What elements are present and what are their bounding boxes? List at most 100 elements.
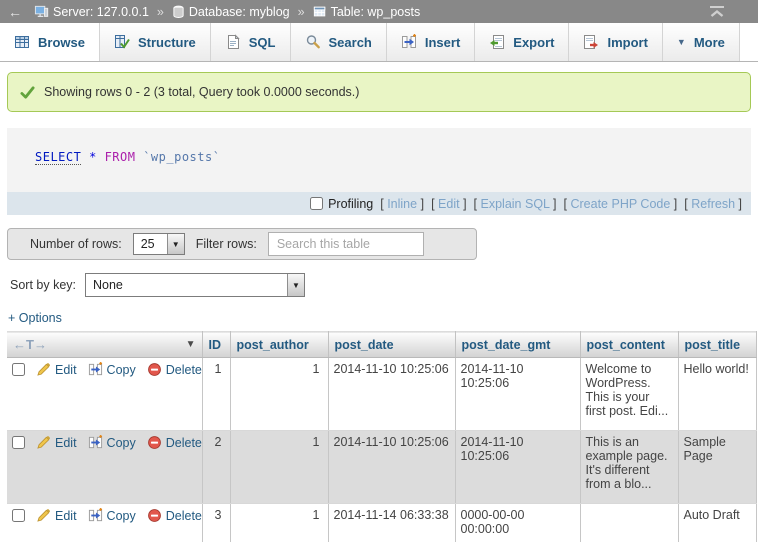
breadcrumb-database-label: Database: myblog [189,5,290,19]
tab-browse[interactable]: Browse [0,23,100,61]
table-header-row: ←T→ ▼ ID post_author post_date post_date… [7,332,756,358]
num-rows-select[interactable]: 25 ▼ [133,233,185,255]
filter-rows-label: Filter rows: [196,237,257,251]
sort-by-key-select[interactable]: None ▼ [85,273,305,297]
delete-icon [147,435,162,450]
header-post-content[interactable]: post_content [580,332,678,358]
bracket: ] [553,197,556,211]
delete-link[interactable]: Delete [166,509,202,523]
cell-post-date: 2014-11-14 06:33:38 [328,504,455,542]
query-link-group: [ Edit ] [431,197,466,211]
breadcrumb-bar: ← Server: 127.0.0.1 » Database: myblog »… [0,0,758,23]
cell-post-title: Sample Page [678,431,756,504]
copy-link[interactable]: Copy [107,436,136,450]
refresh-link[interactable]: Refresh [691,197,735,211]
edit-link[interactable]: Edit [438,197,460,211]
delete-icon [147,362,162,377]
row-checkbox[interactable] [12,509,25,522]
export-icon [489,34,505,50]
breadcrumb-database[interactable]: Database: myblog [172,5,290,19]
num-rows-value: 25 [134,237,167,251]
breadcrumb-table[interactable]: Table: wp_posts [313,5,421,19]
tab-insert[interactable]: Insert [387,23,475,61]
cell-post-content: This is an example page. It's different … [580,431,678,504]
edit-link[interactable]: Edit [55,509,77,523]
cell-post-date-gmt: 0000-00-00 00:00:00 [455,504,580,542]
header-post-date[interactable]: post_date [328,332,455,358]
bracket: [ [474,197,477,211]
sql-query-box: SELECT * FROM `wp_posts` Profiling [ Inl… [7,128,751,215]
tab-label: Import [607,35,647,50]
check-all-icon[interactable]: ←T→ [13,337,47,352]
edit-pencil-icon [36,508,51,523]
tab-more[interactable]: ▼ More [663,23,740,61]
cell-post-content [580,504,678,542]
row-checkbox[interactable] [12,436,25,449]
header-actions-cell: ←T→ ▼ [7,332,202,358]
cell-post-content: Welcome to WordPress. This is your first… [580,358,678,431]
cell-post-title: Auto Draft [678,504,756,542]
breadcrumb: Server: 127.0.0.1 » Database: myblog » T… [34,4,420,19]
structure-icon [114,34,130,50]
chevron-down-icon: ▼ [167,234,184,254]
sql-keyword-select[interactable]: SELECT [35,150,81,165]
cell-post-author: 1 [230,504,328,542]
header-post-author[interactable]: post_author [230,332,328,358]
header-post-date-gmt[interactable]: post_date_gmt [455,332,580,358]
header-id[interactable]: ID [202,332,230,358]
table-row: Edit Copy Delete 1 1 2014-11-10 10:25:06… [7,358,756,431]
back-arrow-icon[interactable]: ← [8,4,34,20]
create-php-code-link[interactable]: Create PHP Code [570,197,670,211]
sql-table-name: `wp_posts` [143,150,220,164]
inline-link[interactable]: Inline [387,197,417,211]
edit-link[interactable]: Edit [55,363,77,377]
bracket: [ [564,197,567,211]
sort-control-row: Sort by key: None ▼ [10,273,758,297]
tab-export[interactable]: Export [475,23,569,61]
search-icon [305,34,321,50]
sql-query: SELECT * FROM `wp_posts` [7,128,751,192]
tab-search[interactable]: Search [291,23,387,61]
status-message-text: Showing rows 0 - 2 (3 total, Query took … [44,85,359,99]
explain-sql-link[interactable]: Explain SQL [481,197,550,211]
row-actions-cell: Edit Copy Delete [7,358,202,431]
sql-star: * [89,150,97,164]
bracket: [ [684,197,687,211]
delete-link[interactable]: Delete [166,436,202,450]
cell-post-title: Hello world! [678,358,756,431]
success-check-icon [20,85,35,100]
header-post-title[interactable]: post_title [678,332,756,358]
cell-post-date-gmt: 2014-11-10 10:25:06 [455,358,580,431]
chevron-down-icon: ▼ [677,37,686,47]
collapse-top-icon[interactable] [708,5,726,18]
copy-link[interactable]: Copy [107,363,136,377]
server-icon [34,4,49,19]
delete-link[interactable]: Delete [166,363,202,377]
options-toggle-link[interactable]: + Options [8,311,62,325]
column-sort-icon[interactable]: ▼ [186,339,196,350]
browse-icon [14,34,30,50]
tab-sql[interactable]: SQL [211,23,291,61]
sql-icon [225,34,241,50]
cell-post-date-gmt: 2014-11-10 10:25:06 [455,431,580,504]
status-message: Showing rows 0 - 2 (3 total, Query took … [7,72,751,112]
edit-link[interactable]: Edit [55,436,77,450]
query-options-bar: Profiling [ Inline ] [ Edit ] [ Explain … [7,192,751,215]
breadcrumb-server-label: Server: 127.0.0.1 [53,5,149,19]
tab-import[interactable]: Import [569,23,662,61]
tab-structure[interactable]: Structure [100,23,211,61]
row-checkbox[interactable] [12,363,25,376]
edit-pencil-icon [36,435,51,450]
filter-rows-input[interactable] [268,232,424,256]
copy-link[interactable]: Copy [107,509,136,523]
sort-by-key-value: None [86,278,287,292]
query-link-group: [ Explain SQL ] [474,197,557,211]
tab-label: Export [513,35,554,50]
rows-control-bar: Number of rows: 25 ▼ Filter rows: [7,228,477,260]
profiling-label: Profiling [328,197,373,211]
breadcrumb-server[interactable]: Server: 127.0.0.1 [34,4,149,19]
copy-icon [88,508,103,523]
query-link-group: [ Create PHP Code ] [564,197,678,211]
profiling-checkbox[interactable] [310,197,323,210]
sort-by-key-label: Sort by key: [10,278,76,292]
